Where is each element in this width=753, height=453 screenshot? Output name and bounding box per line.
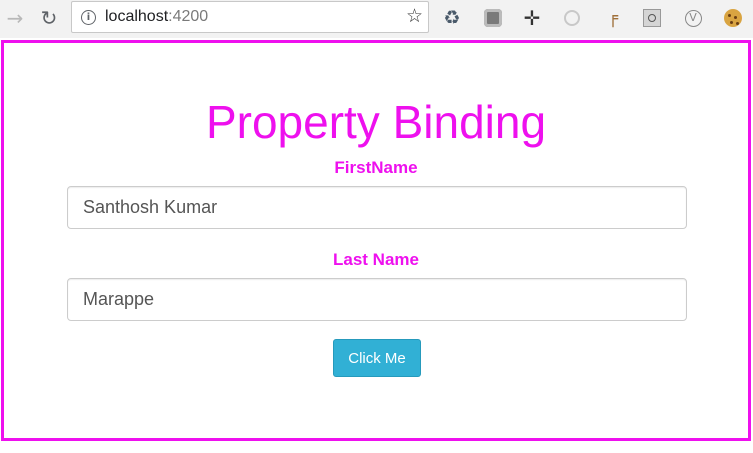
url-text: localhost:4200	[105, 8, 208, 26]
last-name-label: Last Name	[333, 250, 419, 269]
info-icon[interactable]: i	[81, 10, 96, 25]
page-title: Property Binding	[205, 96, 547, 148]
first-name-label: FirstName	[334, 158, 418, 177]
browser-toolbar: → ↻ i localhost:4200 ☆ ♻ ✛ ╒ V	[0, 0, 753, 38]
move-cross-extension-icon[interactable]: ✛	[521, 6, 543, 30]
url-port: :4200	[168, 8, 209, 25]
reload-icon[interactable]: ↻	[37, 6, 61, 30]
circle-extension-icon[interactable]	[561, 7, 583, 29]
recycle-extension-icon[interactable]: ♻	[441, 7, 463, 29]
click-me-button[interactable]: Click Me	[333, 339, 421, 377]
last-name-input[interactable]	[67, 278, 687, 321]
star-icon[interactable]: ☆	[406, 5, 423, 27]
window-extension-icon[interactable]	[641, 7, 663, 29]
pipe-extension-icon[interactable]: ╒	[602, 7, 624, 29]
v-circle-extension-icon[interactable]: V	[682, 7, 704, 29]
app-container: Property Binding FirstName Last Name Cli…	[1, 40, 751, 441]
back-arrow-icon[interactable]: →	[3, 6, 27, 30]
url-host: localhost	[105, 8, 169, 25]
gray-square-extension-icon[interactable]	[482, 7, 504, 29]
cookie-extension-icon[interactable]	[722, 7, 744, 29]
first-name-input[interactable]	[67, 186, 687, 229]
address-bar[interactable]: i localhost:4200 ☆	[71, 1, 429, 33]
